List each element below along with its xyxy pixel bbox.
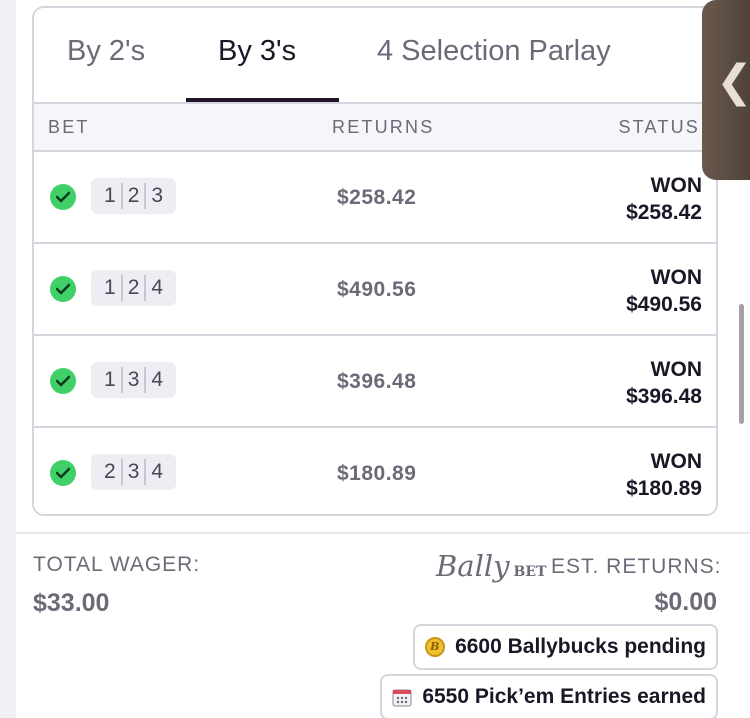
leg-number: 1 <box>104 368 116 391</box>
ballybucks-text: 6600 Ballybucks pending <box>455 635 706 658</box>
table-row[interactable]: 1 2 4 $490.56 WON $490.56 <box>34 244 716 336</box>
row-returns: $490.56 <box>337 278 417 301</box>
row-returns: $396.48 <box>337 370 417 393</box>
status-label: WON <box>650 358 702 381</box>
ballybucks-coin-icon: B <box>425 637 446 657</box>
leg-number: 2 <box>104 460 116 483</box>
total-wager-label: TOTAL WAGER: <box>33 553 201 576</box>
brand-bet: BET <box>513 564 547 580</box>
ballybucks-chip: B 6600 Ballybucks pending <box>413 624 718 670</box>
tab-4-selection-parlay[interactable]: 4 Selection Parlay <box>377 8 611 102</box>
leg-number: 4 <box>151 276 164 299</box>
header-bet: BET <box>48 117 90 137</box>
leg-number: 1 <box>104 276 116 299</box>
tab-by-3s[interactable]: By 3's <box>218 8 296 102</box>
row-status: WON $180.89 <box>626 448 702 502</box>
status-label: WON <box>650 450 702 473</box>
header-status: STATUS <box>618 117 700 137</box>
check-icon <box>50 184 76 210</box>
table-row[interactable]: 1 3 4 $396.48 WON $396.48 <box>34 336 716 428</box>
side-drawer-handle[interactable]: ❮ <box>702 0 750 180</box>
selection-legs: 1 3 4 <box>91 362 177 398</box>
row-status: WON $258.42 <box>626 172 702 226</box>
status-amount: $180.89 <box>626 477 702 500</box>
selection-legs: 2 3 4 <box>91 454 177 490</box>
status-amount: $258.42 <box>626 201 702 224</box>
check-icon <box>50 460 76 486</box>
leg-number: 1 <box>104 184 116 207</box>
leg-number: 2 <box>127 276 140 299</box>
brand-script: Bally <box>436 549 510 583</box>
status-amount: $396.48 <box>626 385 702 408</box>
ballybet-logo: Bally BET <box>436 549 546 583</box>
calendar-icon <box>392 687 412 707</box>
pickem-chip: 6550 Pick’em Entries earned <box>380 674 718 718</box>
status-label: WON <box>650 174 702 197</box>
leg-number: 4 <box>151 368 164 391</box>
total-wager-value: $33.00 <box>33 589 110 617</box>
table-row[interactable]: 1 2 3 $258.42 WON $258.42 <box>34 152 716 244</box>
pickem-text: 6550 Pick’em Entries earned <box>422 685 706 708</box>
header-returns: RETURNS <box>332 117 435 137</box>
selection-legs: 1 2 3 <box>91 178 177 214</box>
row-returns: $180.89 <box>337 462 417 485</box>
row-status: WON $490.56 <box>626 264 702 318</box>
est-returns-label: EST. RETURNS: <box>551 555 722 578</box>
tab-by-2s[interactable]: By 2's <box>67 8 145 102</box>
chevron-left-icon: ❮ <box>716 56 750 107</box>
leg-number: 3 <box>151 184 164 207</box>
leg-number: 4 <box>151 460 164 483</box>
status-amount: $490.56 <box>626 293 702 316</box>
leg-number: 3 <box>127 368 140 391</box>
tab-bar: By 2's By 3's 4 Selection Parlay <box>34 8 716 102</box>
row-returns: $258.42 <box>337 186 417 209</box>
table-row[interactable]: 2 3 4 $180.89 WON $180.89 <box>34 428 716 514</box>
check-icon <box>50 368 76 394</box>
est-returns-value: $0.00 <box>654 588 717 616</box>
section-divider <box>16 532 750 534</box>
status-label: WON <box>650 266 702 289</box>
leg-number: 2 <box>127 184 140 207</box>
row-status: WON $396.48 <box>626 356 702 410</box>
selection-legs: 1 2 4 <box>91 270 177 306</box>
scrollbar[interactable] <box>739 304 744 424</box>
leg-number: 3 <box>127 460 140 483</box>
table-header: BET RETURNS STATUS <box>34 102 716 152</box>
bet-breakdown-card: By 2's By 3's 4 Selection Parlay BET RET… <box>32 6 718 516</box>
check-icon <box>50 276 76 302</box>
